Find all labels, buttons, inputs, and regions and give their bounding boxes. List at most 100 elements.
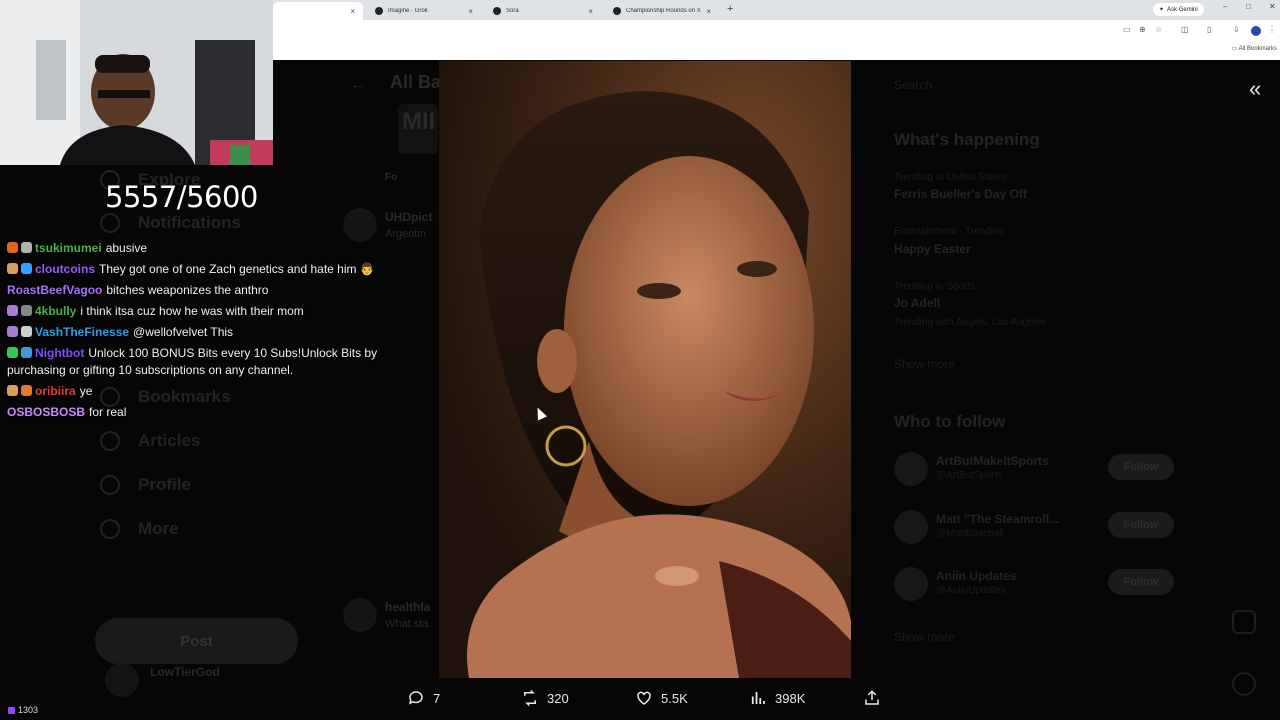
downloads-icon[interactable]: ⇩ <box>1233 25 1240 34</box>
sub-goal-counter: 5557/5600 <box>105 180 258 214</box>
follow-button[interactable]: Follow <box>1108 512 1174 538</box>
trend-name[interactable]: Jo Adell <box>894 296 940 310</box>
follow-suggestion: ArtButMakeItSports @ArtButSports Follow <box>894 450 1174 490</box>
avatar[interactable] <box>894 452 928 486</box>
feed-banner: MII <box>398 104 438 154</box>
nav-articles[interactable]: Articles <box>100 431 200 451</box>
who-to-follow-title: Who to follow <box>894 412 1006 431</box>
avatar[interactable] <box>894 567 928 601</box>
chat-message: oribiira ye <box>7 383 397 400</box>
follow-handle: @AniinUpdates <box>936 585 1006 596</box>
chat-panel: tsukimumei abusive cloutcoins They got one … <box>7 240 397 425</box>
close-icon[interactable]: × <box>588 7 593 16</box>
follow-handle: @ArtButSports <box>936 470 1003 481</box>
post-photo[interactable] <box>439 61 851 678</box>
follow-name[interactable]: Aniin Updates <box>936 569 1017 583</box>
like-button[interactable]: 5.5K <box>635 689 688 707</box>
grok-icon[interactable] <box>1232 610 1256 634</box>
views-chart-icon <box>751 692 765 704</box>
chat-text: ye <box>79 384 93 398</box>
tab-sora[interactable]: Sora × <box>483 2 601 20</box>
trend-name[interactable]: Ferris Bueller's Day Off <box>894 187 1027 201</box>
nav-profile[interactable]: Profile <box>100 475 191 495</box>
follow-name[interactable]: Matt "The Steamroll... <box>936 512 1059 526</box>
chat-username[interactable]: Nightbot <box>35 346 84 360</box>
close-icon[interactable]: × <box>350 7 355 16</box>
trend-label: Trending in Sports <box>894 281 976 292</box>
address-bar[interactable]: ▭ ⊕ ☆ ◫ ▯ ⇩ ⋮ <box>273 20 1280 42</box>
follow-suggestion: Matt "The Steamroll... @MattBaseball Fol… <box>894 508 1174 548</box>
chat-text: i think itsa cuz how he was with their m… <box>80 304 304 318</box>
profile-avatar[interactable] <box>1251 26 1261 36</box>
follow-handle: @MattBaseball <box>936 528 1004 539</box>
extensions-icon[interactable]: ◫ <box>1181 25 1189 34</box>
post-button[interactable]: Post <box>95 618 298 664</box>
all-bookmarks[interactable]: ▭ All Bookmarks <box>1232 45 1277 52</box>
chat-username[interactable]: tsukimumei <box>35 241 102 255</box>
follow-button[interactable]: Follow <box>1108 569 1174 595</box>
follow-button[interactable]: Follow <box>1108 454 1174 480</box>
feed-handle: healthla <box>385 600 431 614</box>
reply-button[interactable]: 7 <box>407 689 440 707</box>
chat-text: bitches weaponizes the anthro <box>106 283 269 297</box>
tab-active[interactable]: × <box>273 2 363 20</box>
reply-icon <box>408 691 423 705</box>
repost-button[interactable]: 320 <box>521 689 569 707</box>
chat-badge-icon <box>7 242 18 253</box>
cast-icon[interactable]: ▭ <box>1123 25 1131 34</box>
chat-username[interactable]: cloutcoins <box>35 262 95 276</box>
sparkle-icon: ✦ <box>1159 7 1165 13</box>
chat-username[interactable]: oribiira <box>35 384 76 398</box>
share-button[interactable] <box>863 689 881 707</box>
article-icon <box>100 431 120 451</box>
chat-username[interactable]: RoastBeefVagoo <box>7 283 102 297</box>
nav-more[interactable]: More <box>100 519 179 539</box>
profile-icon <box>100 475 120 495</box>
trend-desc: Trending with Angels, Los Angeles <box>894 317 1047 328</box>
tab-bar: × Imagine - Grok × Sora × Championship Rou… <box>273 0 1280 20</box>
close-icon[interactable]: × <box>706 7 711 16</box>
chat-badge-icon <box>21 385 32 396</box>
chat-badge-icon <box>7 347 18 358</box>
back-arrow-icon[interactable]: ← <box>350 76 366 94</box>
chat-message: RoastBeefVagoo bitches weaponizes the ant… <box>7 282 397 299</box>
trend-label: Entertainment · Trending <box>894 226 1005 237</box>
follow-suggestion: Aniin Updates @AniinUpdates Follow <box>894 565 1174 605</box>
new-tab-icon[interactable]: + <box>727 3 733 15</box>
views-button[interactable]: 398K <box>749 689 805 707</box>
minimize-icon[interactable]: – <box>1223 2 1227 11</box>
bell-icon <box>100 213 120 233</box>
ask-gemini-button[interactable]: ✦ Ask Gemini <box>1153 3 1204 16</box>
sidepanel-icon[interactable]: ▯ <box>1207 25 1211 34</box>
close-icon[interactable]: × <box>468 7 473 16</box>
star-icon[interactable]: ☆ <box>1155 25 1162 34</box>
zoom-icon[interactable]: ⊕ <box>1139 25 1146 34</box>
nav-notifications[interactable]: Notifications <box>100 213 241 233</box>
chat-message: tsukimumei abusive <box>7 240 397 257</box>
chat-username[interactable]: VashTheFinesse <box>35 325 129 339</box>
show-more-link[interactable]: Show more <box>894 357 955 371</box>
show-more-link[interactable]: Show more <box>894 630 955 644</box>
chat-text: @wellofvelvet This <box>133 325 234 339</box>
tab-x-post[interactable]: Championship Rounds on X: "T× <box>603 2 719 20</box>
messages-icon[interactable] <box>1232 672 1256 696</box>
close-window-icon[interactable]: ✕ <box>1269 2 1276 11</box>
follow-name[interactable]: ArtButMakeItSports <box>936 454 1049 468</box>
chat-badge-icon <box>21 347 32 358</box>
chat-username[interactable]: OSBOSBOSB <box>7 405 85 419</box>
account-name[interactable]: LowTierGod <box>150 665 220 679</box>
trend-name[interactable]: Happy Easter <box>894 242 971 256</box>
tab-grok[interactable]: Imagine - Grok × <box>365 2 481 20</box>
maximize-icon[interactable]: □ <box>1246 2 1251 11</box>
avatar[interactable] <box>894 510 928 544</box>
chat-username[interactable]: 4kbully <box>35 304 76 318</box>
menu-dots-icon[interactable]: ⋮ <box>1268 25 1276 34</box>
account-avatar[interactable] <box>105 663 139 697</box>
search-field[interactable]: Search <box>894 78 932 92</box>
bookmarks-bar: ▭ All Bookmarks <box>273 42 1280 60</box>
share-icon <box>865 690 879 705</box>
collapse-panel-icon[interactable]: « <box>1249 76 1261 102</box>
folder-icon: ▭ <box>1231 46 1238 52</box>
viewer-count: 1303 <box>8 705 38 715</box>
webcam-feed <box>0 0 273 165</box>
